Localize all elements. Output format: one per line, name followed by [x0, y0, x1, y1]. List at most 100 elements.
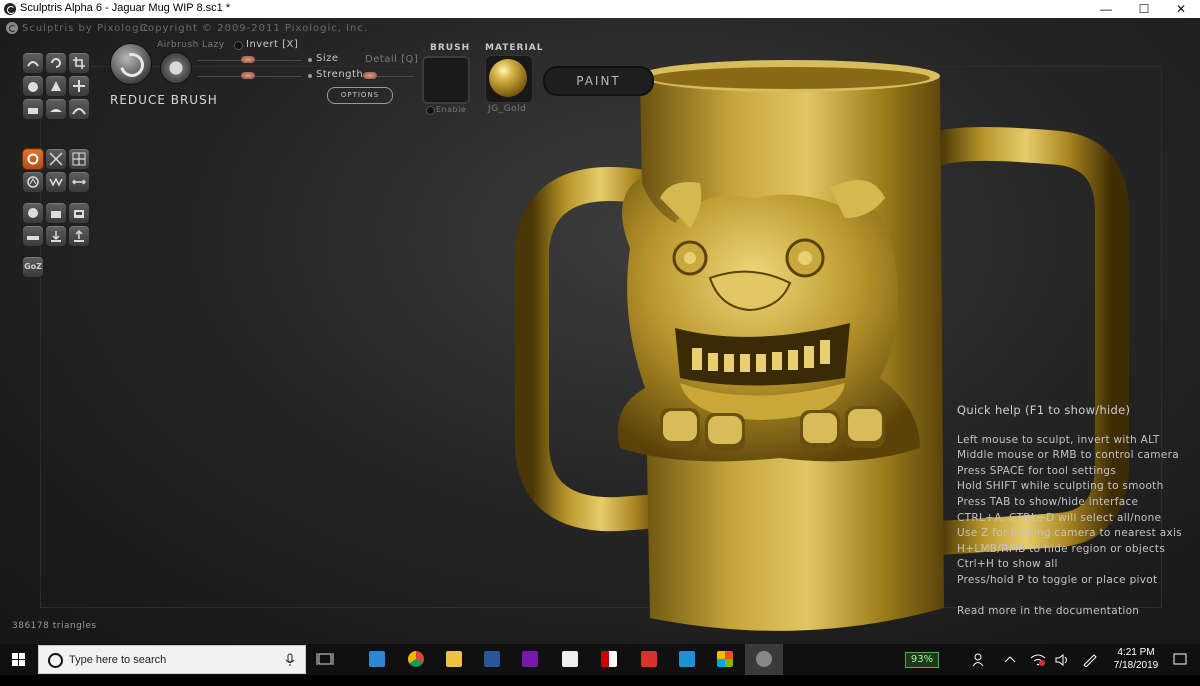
paint-button[interactable]: PAINT	[543, 66, 654, 96]
notifications-icon[interactable]	[1172, 652, 1188, 683]
enable-label[interactable]: Enable	[436, 105, 466, 114]
invert-radio[interactable]	[234, 41, 243, 50]
quick-help-title[interactable]: Quick help (F1 to show/hide)	[957, 403, 1182, 419]
documentation-link[interactable]: Read more in the documentation	[957, 604, 1182, 620]
pen-icon[interactable]	[1082, 653, 1098, 684]
minimize-button[interactable]: —	[1087, 0, 1125, 18]
pixologic-logo-icon	[6, 22, 18, 34]
brush-name: REDUCE BRUSH	[110, 93, 218, 107]
clock-date: 7/18/2019	[1113, 660, 1159, 671]
chevron-up-icon[interactable]	[1004, 655, 1018, 686]
rotate-tool-button[interactable]	[45, 52, 67, 74]
close-button[interactable]: ✕	[1162, 0, 1200, 18]
battery-indicator[interactable]: 93%	[905, 652, 939, 668]
window-title: Sculptris Alpha 6 - Jaguar Mug WIP 8.sc1…	[20, 2, 231, 14]
pinch-tool-button[interactable]	[45, 75, 67, 97]
brush-texture-slot[interactable]	[422, 56, 470, 104]
windows-logo-icon	[12, 653, 25, 666]
product-name: Sculptris by Pixologic	[22, 23, 150, 34]
size-label: Size	[316, 53, 339, 64]
subdivide-all-button[interactable]	[68, 148, 90, 170]
lazy-label[interactable]: Lazy	[202, 40, 225, 50]
wireframe-tool-button[interactable]	[45, 171, 67, 193]
cortana-icon	[48, 653, 63, 668]
brush-panel-header: BRUSH	[430, 43, 471, 53]
size-slider-knob[interactable]	[241, 56, 255, 63]
triangle-count: 386178 triangles	[12, 621, 97, 631]
enable-radio[interactable]	[426, 106, 435, 115]
strength-label: Strength	[316, 69, 364, 80]
help-line: Hold SHIFT while sculpting to smooth	[957, 480, 1164, 493]
reduce-selected-button[interactable]	[45, 148, 67, 170]
save-tool-button[interactable]	[68, 202, 90, 224]
airbrush-label[interactable]: Airbrush	[157, 40, 199, 50]
open-tool-button[interactable]	[45, 202, 67, 224]
people-icon[interactable]	[972, 653, 992, 684]
help-line: Middle mouse or RMB to control camera	[957, 449, 1179, 462]
material-panel-header: MATERIAL	[485, 43, 544, 53]
help-line: Ctrl+H to show all	[957, 558, 1058, 571]
red-app-icon[interactable]	[630, 644, 668, 675]
clock-time: 4:21 PM	[1117, 647, 1155, 658]
network-app-icon[interactable]	[358, 644, 396, 675]
reduce-brush-button[interactable]	[22, 148, 44, 170]
size-bullet	[308, 58, 312, 62]
wifi-icon[interactable]	[1030, 653, 1046, 684]
maximize-button[interactable]: ☐	[1125, 0, 1163, 18]
microphone-icon[interactable]	[285, 653, 295, 667]
security-app-icon[interactable]	[590, 644, 628, 675]
plane-tool-button[interactable]	[22, 225, 44, 247]
help-line: H+LMB/RMB to hide region or objects	[957, 542, 1166, 555]
volume-icon[interactable]	[1054, 653, 1070, 684]
window-titlebar: Sculptris Alpha 6 - Jaguar Mug WIP 8.sc1…	[0, 0, 1200, 18]
copyright-text: Copyright © 2009-2011 Pixologic, Inc.	[140, 23, 369, 34]
detail-slider-knob[interactable]	[363, 72, 377, 79]
windows-taskbar: Type here to search 93% 4:21 PM 7/18/201…	[0, 644, 1200, 675]
strength-slider-knob[interactable]	[241, 72, 255, 79]
import-tool-button[interactable]	[45, 225, 67, 247]
taskbar-clock[interactable]: 4:21 PM 7/18/2019	[1108, 646, 1164, 672]
help-line: Press SPACE for tool settings	[957, 464, 1117, 477]
reduce-brush-icon[interactable]	[110, 43, 152, 85]
invert-label[interactable]: Invert [X]	[246, 39, 298, 50]
app-header: Sculptris by Pixologic Copyright © 2009-…	[0, 18, 1200, 38]
goz-button[interactable]: GoZ	[22, 256, 44, 278]
help-line: Press TAB to show/hide interface	[957, 495, 1139, 508]
options-button[interactable]: OPTIONS	[327, 87, 393, 104]
crease-tool-button[interactable]	[68, 98, 90, 120]
brush-stroke-icon[interactable]	[160, 52, 192, 84]
search-placeholder: Type here to search	[69, 654, 167, 666]
smooth-tool-button[interactable]	[45, 98, 67, 120]
inflate-tool-button[interactable]	[22, 75, 44, 97]
documents-app-icon[interactable]	[551, 644, 589, 675]
mirror-tool-button[interactable]	[68, 171, 90, 193]
chrome-icon[interactable]	[397, 644, 435, 675]
sphere-tool-button[interactable]	[22, 202, 44, 224]
strength-bullet	[308, 74, 312, 78]
export-tool-button[interactable]	[68, 225, 90, 247]
help-line: CTRL+A, CTRL+D will select all/none	[957, 511, 1162, 524]
store-icon[interactable]	[706, 644, 744, 675]
sculptris-app-icon	[4, 3, 16, 15]
quick-help-panel: Quick help (F1 to show/hide) Left mouse …	[957, 403, 1182, 619]
flatten-tool-button[interactable]	[22, 98, 44, 120]
detail-label: Detail [Q]	[365, 54, 419, 65]
sculptris-workspace[interactable]: Sculptris by Pixologic Copyright © 2009-…	[0, 18, 1200, 644]
taskbar-search-box[interactable]: Type here to search	[38, 645, 306, 674]
help-line: Left mouse to sculpt, invert with ALT	[957, 433, 1160, 446]
help-line: Press/hold P to toggle or place pivot	[957, 573, 1158, 586]
word-icon[interactable]	[473, 644, 511, 675]
crop-tool-button[interactable]	[68, 52, 90, 74]
material-name: JG_Gold	[488, 104, 527, 114]
material-preview-button[interactable]	[485, 55, 533, 103]
start-button[interactable]	[0, 644, 38, 675]
sculptris-taskbar-icon[interactable]	[745, 644, 783, 675]
symmetry-tool-button[interactable]	[22, 171, 44, 193]
grab-tool-button[interactable]	[68, 75, 90, 97]
lync-app-icon[interactable]	[668, 644, 706, 675]
onenote-icon[interactable]	[511, 644, 549, 675]
file-explorer-icon[interactable]	[435, 644, 473, 675]
help-line: Use Z for locking camera to nearest axis	[957, 527, 1182, 540]
draw-tool-button[interactable]	[22, 52, 44, 74]
task-view-button[interactable]	[306, 644, 344, 675]
